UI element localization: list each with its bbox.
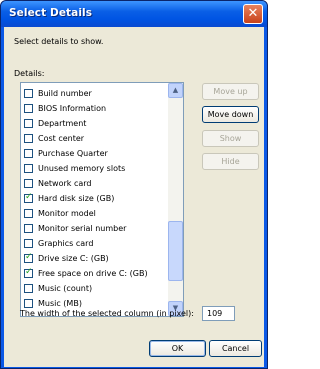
list-item-label: Graphics card [38, 239, 94, 248]
list-item[interactable]: Department [24, 118, 164, 130]
list-item-label: Music (count) [38, 284, 93, 293]
checkbox[interactable] [24, 224, 33, 233]
list-item-label: Department [38, 119, 87, 128]
list-item-label: BIOS Information [38, 104, 107, 113]
window-title: Select Details [9, 7, 93, 19]
checkbox[interactable] [24, 89, 33, 98]
list-item-label: Monitor model [38, 209, 96, 218]
select-details-dialog: Select Details ✕ Select details to show.… [0, 0, 268, 369]
checkbox[interactable] [24, 149, 33, 158]
scrollbar-thumb[interactable] [168, 221, 183, 281]
scroll-up-arrow-icon[interactable]: ▲ [168, 83, 183, 98]
list-item[interactable]: Music (count) [24, 283, 164, 295]
cancel-button[interactable]: Cancel [209, 340, 262, 357]
list-item-label: Purchase Quarter [38, 149, 108, 158]
checkbox[interactable] [24, 267, 33, 278]
list-item[interactable]: Purchase Quarter [24, 148, 164, 160]
checkbox[interactable] [24, 284, 33, 293]
list-item[interactable]: Drive size C: (GB) [24, 252, 164, 265]
list-item-label: Monitor serial number [38, 224, 127, 233]
list-item-label: Cost center [38, 134, 85, 143]
instruction-text: Select details to show. [14, 37, 104, 46]
list-item[interactable]: Free space on drive C: (GB) [24, 267, 164, 280]
list-item[interactable]: Network card [24, 178, 164, 190]
checkbox[interactable] [24, 164, 33, 173]
list-item-label: Build number [38, 89, 92, 98]
details-label: Details: [14, 69, 45, 78]
list-item[interactable]: Build number [24, 88, 164, 100]
list-item[interactable]: Hard disk size (GB) [24, 192, 164, 205]
list-item-label: Unused memory slots [38, 164, 126, 173]
list-item-label: Hard disk size (GB) [38, 194, 115, 203]
list-item-label: Free space on drive C: (GB) [38, 269, 148, 278]
list-item-label: Network card [38, 179, 92, 188]
checkbox[interactable] [24, 134, 33, 143]
list-item[interactable]: Monitor model [24, 208, 164, 220]
list-item[interactable]: Cost center [24, 133, 164, 145]
list-item[interactable]: Monitor serial number [24, 223, 164, 235]
checkbox[interactable] [24, 192, 33, 203]
checkbox[interactable] [24, 104, 33, 113]
dialog-body: Select details to show. Details: Build n… [4, 27, 264, 367]
move-up-button[interactable]: Move up [202, 83, 259, 100]
list-item[interactable]: Graphics card [24, 238, 164, 250]
list-item[interactable]: BIOS Information [24, 103, 164, 115]
checkbox[interactable] [24, 179, 33, 188]
list-item-label: Drive size C: (GB) [38, 254, 109, 263]
checkbox[interactable] [24, 119, 33, 128]
checkbox[interactable] [24, 299, 33, 308]
column-width-input[interactable]: 109 [202, 306, 235, 321]
move-down-button[interactable]: Move down [202, 106, 259, 123]
title-bar[interactable]: Select Details ✕ [1, 1, 267, 27]
vertical-scrollbar[interactable]: ▲ ▼ [168, 83, 183, 316]
details-list[interactable]: Build number BIOS Information Department Co… [20, 82, 184, 317]
list-item[interactable]: Unused memory slots [24, 163, 164, 175]
close-button[interactable]: ✕ [243, 4, 263, 24]
ok-button[interactable]: OK [149, 340, 206, 357]
hide-button[interactable]: Hide [202, 153, 259, 170]
show-button[interactable]: Show [202, 130, 259, 147]
checkbox[interactable] [24, 209, 33, 218]
checkbox[interactable] [24, 239, 33, 248]
checkbox[interactable] [24, 252, 33, 263]
column-width-label: The width of the selected column (in pix… [20, 309, 194, 318]
